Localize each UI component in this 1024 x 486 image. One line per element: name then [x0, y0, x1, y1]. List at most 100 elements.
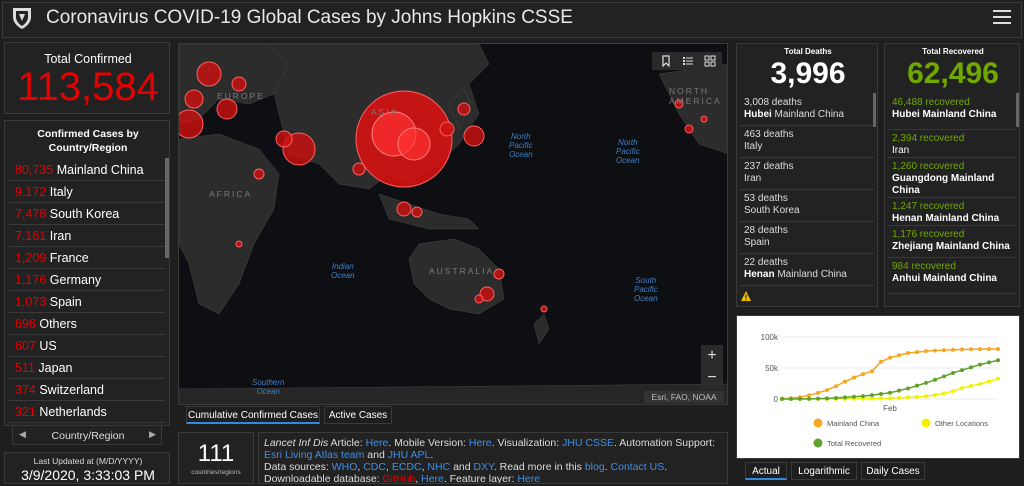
- case-marker[interactable]: [540, 305, 548, 313]
- case-marker[interactable]: [235, 240, 243, 248]
- feature-layer-link[interactable]: Here: [517, 473, 540, 483]
- case-marker[interactable]: [474, 294, 484, 304]
- recovered-place: Henan Mainland China: [892, 213, 1000, 224]
- country-row[interactable]: 607 US: [9, 335, 165, 357]
- country-name: Netherlands: [39, 405, 107, 419]
- country-row[interactable]: 1,176 Germany: [9, 269, 165, 291]
- deaths-count: 22 deaths: [744, 257, 788, 268]
- nhc-link[interactable]: NHC: [427, 461, 450, 473]
- recovered-list-scrollbar[interactable]: [1016, 93, 1019, 127]
- case-marker[interactable]: [352, 162, 366, 176]
- warning-icon[interactable]: [740, 290, 752, 302]
- deaths-row[interactable]: 22 deaths Henan Mainland China: [740, 254, 874, 286]
- ocean-label-north-pacific: North Pacific Ocean: [509, 132, 533, 159]
- case-marker[interactable]: [493, 268, 505, 280]
- recovered-count: 1,260 recovered: [892, 161, 965, 172]
- recovered-row[interactable]: 2,394 recovered Iran: [888, 130, 1016, 158]
- country-row[interactable]: 374 Switzerland: [9, 379, 165, 401]
- chevron-left-icon[interactable]: ◀: [19, 429, 26, 440]
- country-row[interactable]: 511 Japan: [9, 357, 165, 379]
- contact-link[interactable]: Contact US: [611, 461, 665, 473]
- github-link[interactable]: GitHub: [383, 473, 416, 483]
- recovered-row[interactable]: 1,176 recovered Zhejiang Mainland China: [888, 226, 1016, 258]
- ecdc-link[interactable]: ECDC: [392, 461, 422, 473]
- case-marker[interactable]: [463, 125, 485, 147]
- country-row[interactable]: 1,073 Spain: [9, 291, 165, 313]
- data-point: [897, 388, 901, 393]
- article-link[interactable]: Here: [366, 437, 389, 449]
- data-point: [969, 383, 973, 388]
- case-marker-korea[interactable]: [439, 121, 455, 137]
- y-tick-label: 0: [774, 395, 779, 404]
- mobile-version-link[interactable]: Here: [469, 437, 492, 449]
- case-marker[interactable]: [700, 115, 708, 123]
- country-name: Spain: [49, 295, 82, 309]
- country-row[interactable]: 321 Netherlands: [9, 401, 165, 423]
- basemap-gallery-icon[interactable]: [704, 55, 716, 67]
- dxy-link[interactable]: DXY: [474, 461, 494, 473]
- case-marker[interactable]: [231, 76, 247, 92]
- jhu-apl-link[interactable]: JHU APL: [388, 449, 431, 461]
- tab-daily-cases[interactable]: Daily Cases: [861, 462, 925, 480]
- recovered-row[interactable]: 46,488 recovered Hubei Mainland China: [888, 94, 1016, 130]
- tab-logarithmic[interactable]: Logarithmic: [791, 462, 857, 480]
- case-marker-europe[interactable]: [196, 61, 222, 87]
- country-row[interactable]: 1,209 France: [9, 247, 165, 269]
- data-point: [861, 394, 865, 399]
- esri-team-link[interactable]: Esri Living Atlas team: [264, 449, 364, 461]
- country-row[interactable]: 9,172 Italy: [9, 181, 165, 203]
- list-icon[interactable]: [682, 55, 694, 67]
- country-row[interactable]: 696 Others: [9, 313, 165, 335]
- data-point: [942, 391, 946, 396]
- hamburger-menu-icon[interactable]: [993, 10, 1011, 25]
- country-count: 511: [15, 361, 35, 375]
- country-row[interactable]: 7,161 Iran: [9, 225, 165, 247]
- tab-active-cases[interactable]: Active Cases: [324, 406, 392, 424]
- deaths-row[interactable]: 3,008 deaths Hubei Mainland China: [740, 94, 874, 126]
- country-list-scrollbar[interactable]: [165, 158, 169, 258]
- country-count: 1,176: [15, 273, 47, 287]
- cdc-link[interactable]: CDC: [363, 461, 386, 473]
- world-map[interactable]: EUROPE ASIA AFRICA AUSTRALIA NORTH AMERI…: [178, 43, 728, 405]
- case-marker[interactable]: [411, 206, 423, 218]
- case-marker[interactable]: [684, 124, 694, 134]
- who-link[interactable]: WHO: [332, 461, 358, 473]
- zoom-in-button[interactable]: +: [701, 345, 723, 367]
- case-marker[interactable]: [275, 130, 293, 148]
- recovered-row[interactable]: 1,260 recovered Guangdong Mainland China: [888, 158, 1016, 198]
- case-marker[interactable]: [216, 98, 238, 120]
- case-marker[interactable]: [397, 127, 431, 161]
- case-marker[interactable]: [184, 89, 204, 109]
- tab-actual[interactable]: Actual: [745, 462, 787, 480]
- country-count: 696: [15, 317, 36, 331]
- deaths-row[interactable]: 53 deaths South Korea: [740, 190, 874, 222]
- data-point: [879, 392, 883, 397]
- case-marker[interactable]: [396, 201, 412, 217]
- blog-link[interactable]: blog: [585, 461, 605, 473]
- x-tick-label: Feb: [883, 404, 897, 413]
- country-row[interactable]: 7,478 South Korea: [9, 203, 165, 225]
- data-point: [888, 390, 892, 395]
- data-point: [870, 393, 874, 398]
- country-name: Others: [39, 317, 77, 331]
- case-marker[interactable]: [253, 168, 265, 180]
- jhu-csse-link[interactable]: JHU CSSE: [562, 437, 614, 449]
- case-marker-japan[interactable]: [457, 102, 471, 116]
- tab-cumulative-confirmed[interactable]: Cumulative Confirmed Cases: [186, 406, 320, 424]
- country-row[interactable]: 80,735 Mainland China: [9, 159, 165, 181]
- bookmark-icon[interactable]: [660, 55, 672, 67]
- zoom-out-button[interactable]: −: [701, 367, 723, 389]
- recovered-row[interactable]: 1,247 recovered Henan Mainland China: [888, 198, 1016, 226]
- data-point: [915, 394, 919, 399]
- download-link[interactable]: Here: [421, 473, 444, 483]
- data-point: [960, 368, 964, 373]
- data-point: [888, 355, 892, 360]
- case-marker[interactable]: [179, 109, 204, 139]
- deaths-list-scrollbar[interactable]: [873, 93, 876, 127]
- chevron-right-icon[interactable]: ▶: [149, 429, 156, 440]
- deaths-row[interactable]: 28 deaths Spain: [740, 222, 874, 254]
- deaths-count: 53 deaths: [744, 193, 788, 204]
- recovered-row[interactable]: 984 recovered Anhui Mainland China: [888, 258, 1016, 294]
- deaths-row[interactable]: 237 deaths Iran: [740, 158, 874, 190]
- deaths-row[interactable]: 463 deaths Italy: [740, 126, 874, 158]
